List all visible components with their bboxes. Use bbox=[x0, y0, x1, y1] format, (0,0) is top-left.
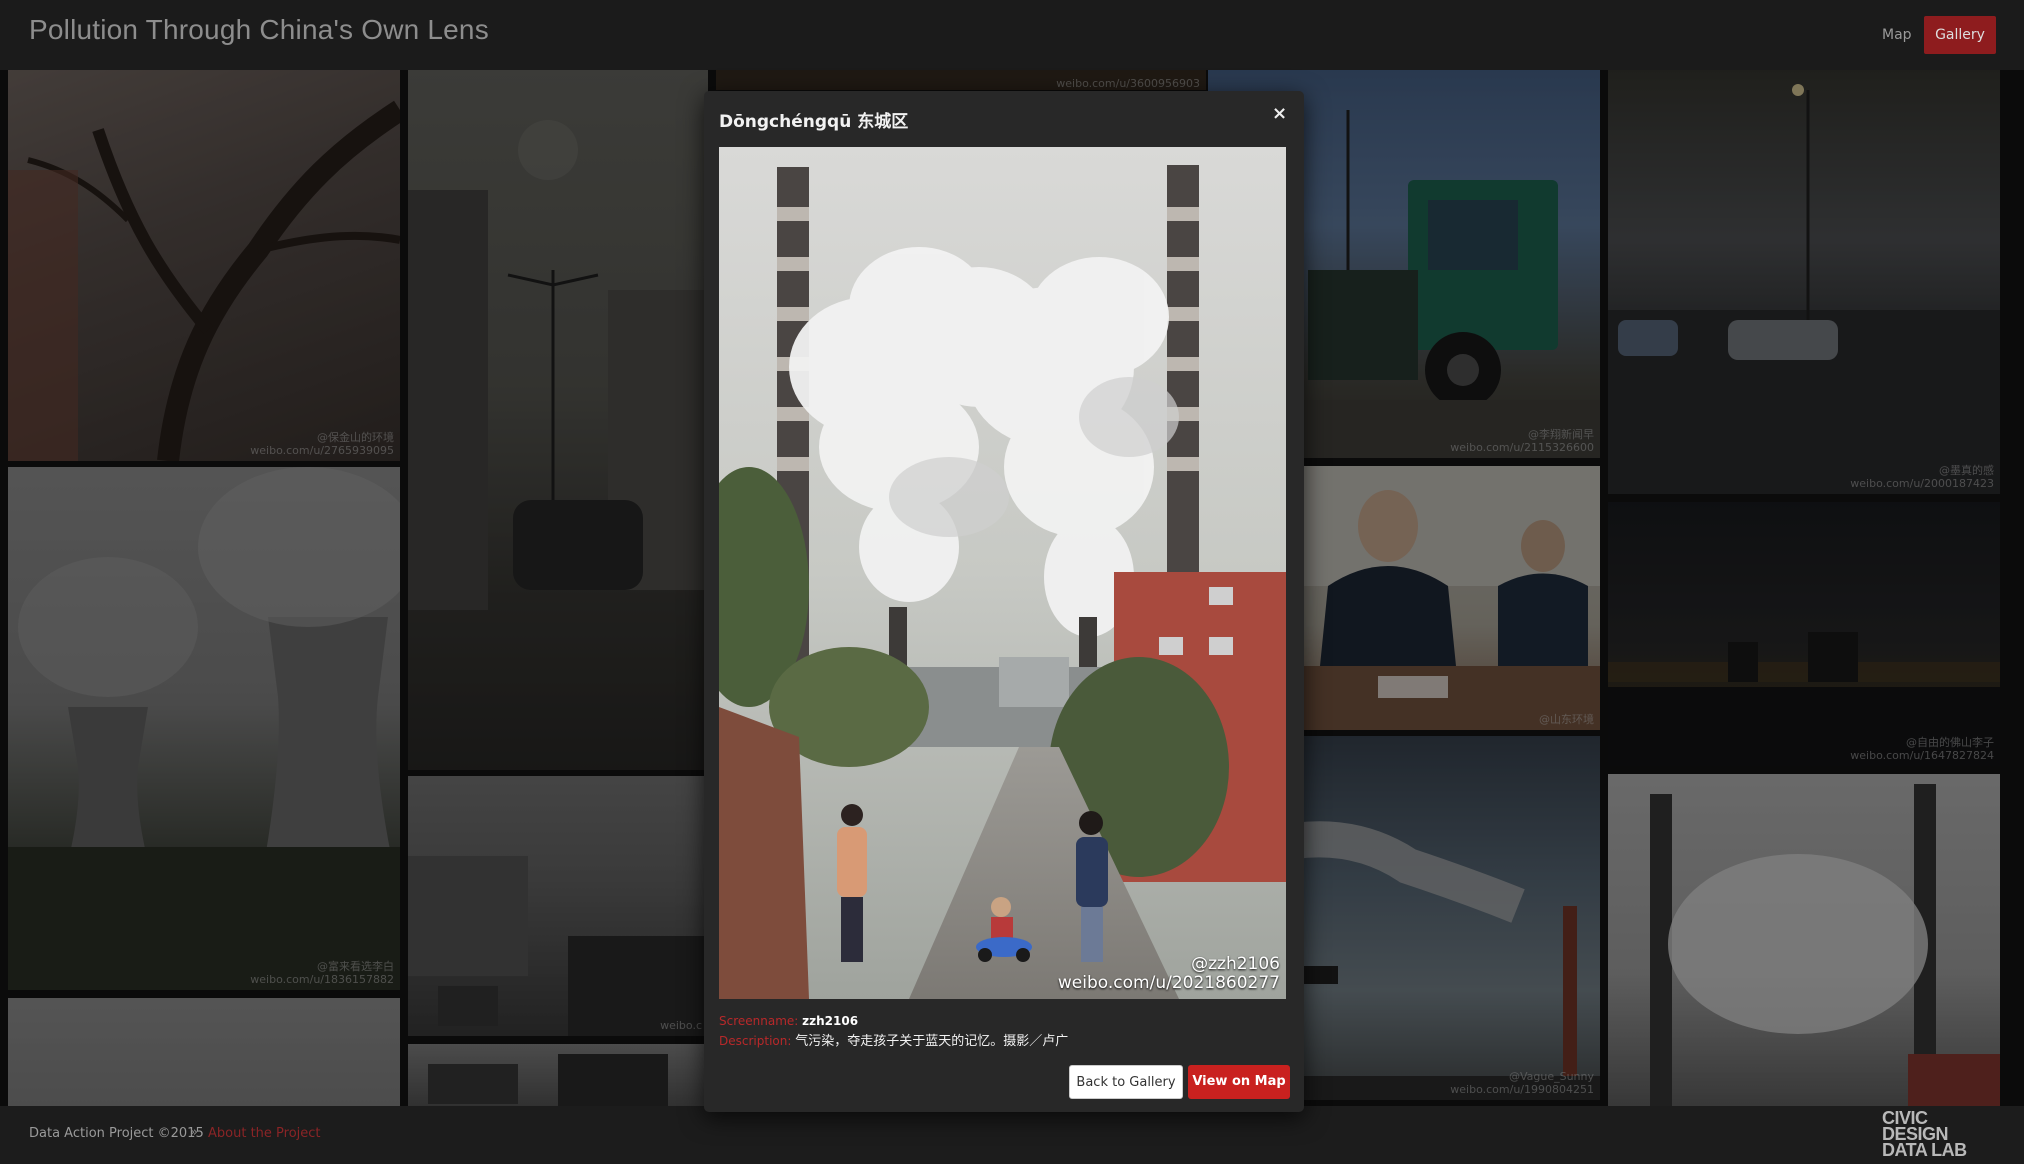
tile-watermark: @墨真的感 weibo.com/u/2000187423 bbox=[1850, 464, 1994, 490]
screenname-value: zzh2106 bbox=[802, 1014, 859, 1028]
view-on-map-button[interactable]: View on Map bbox=[1188, 1065, 1290, 1099]
photo-detail-modal: Dōngchéngqū 东城区 × @zzh2106 weibo.com/u/2… bbox=[704, 91, 1304, 1112]
nav-gallery-link[interactable]: Gallery bbox=[1924, 16, 1996, 54]
top-navbar: Pollution Through China's Own Lens Map G… bbox=[0, 0, 2024, 70]
gallery-photo-haze[interactable] bbox=[8, 998, 400, 1106]
modal-photo: @zzh2106 weibo.com/u/2021860277 bbox=[719, 147, 1286, 999]
back-to-gallery-button[interactable]: Back to Gallery bbox=[1069, 1065, 1183, 1099]
night-street-graphic bbox=[1608, 84, 2000, 494]
street-scene-graphic bbox=[408, 120, 708, 610]
gallery-photo-street[interactable] bbox=[408, 70, 708, 770]
gallery-photo-tree[interactable]: @保金山的环境 weibo.com/u/2765939095 bbox=[8, 70, 400, 461]
tile-watermark: weibo.c bbox=[660, 1019, 702, 1032]
tile-watermark: @李翔新闻早 weibo.com/u/2115326600 bbox=[1450, 428, 1594, 454]
right-chimney bbox=[1167, 165, 1199, 615]
tile-watermark: weibo.com/u/3600956903 bbox=[1056, 77, 1200, 90]
civic-data-design-lab-logo[interactable]: CIVIC DESIGN DATA LAB bbox=[1882, 1109, 1998, 1159]
modal-title: Dōngchéngqū 东城区 bbox=[719, 112, 909, 132]
photo-info: Screenname: zzh2106 Description: 气污染，夺走孩… bbox=[719, 1011, 1068, 1052]
tile-watermark: @Vague_Sunny weibo.com/u/1990804251 bbox=[1450, 1070, 1594, 1096]
description-row: Description: 气污染，夺走孩子关于蓝天的记忆。摄影／卢广 bbox=[719, 1031, 1068, 1052]
gallery-photo-hidden[interactable]: weibo.com/u/3600956903 bbox=[716, 70, 1206, 90]
screenname-row: Screenname: zzh2106 bbox=[719, 1011, 1068, 1031]
traffic-graphic bbox=[408, 856, 708, 1036]
cooling-towers-graphic bbox=[8, 467, 400, 990]
nav-map-link[interactable]: Map bbox=[1868, 16, 1926, 54]
copyright-text: Data Action Project ©2015 bbox=[29, 1126, 204, 1141]
night-city-graphic bbox=[1608, 632, 2000, 766]
gallery-photo-night-city[interactable]: @自由的佛山李子 weibo.com/u/1647827824 bbox=[1608, 502, 2000, 766]
about-project-link[interactable]: About the Project bbox=[208, 1126, 321, 1141]
description-label: Description: bbox=[719, 1034, 792, 1048]
gallery-photo-traffic[interactable]: weibo.c bbox=[408, 776, 708, 1036]
screenname-label: Screenname: bbox=[719, 1014, 799, 1028]
site-title[interactable]: Pollution Through China's Own Lens bbox=[29, 14, 489, 46]
description-value: 气污染，夺走孩子关于蓝天的记忆。摄影／卢广 bbox=[795, 1034, 1069, 1049]
photo-watermark: @zzh2106 weibo.com/u/2021860277 bbox=[1057, 954, 1280, 993]
double-chevron-icon: » bbox=[190, 1125, 198, 1140]
gallery-photo-night-street[interactable]: @墨真的感 weibo.com/u/2000187423 bbox=[1608, 70, 2000, 494]
gallery-photo-chimneys[interactable] bbox=[1608, 774, 2000, 1106]
gallery-photo-cooling-towers[interactable]: @富来看选李白 weibo.com/u/1836157882 bbox=[8, 467, 400, 990]
tile-watermark: @保金山的环境 weibo.com/u/2765939095 bbox=[250, 431, 394, 457]
tree-branches-graphic bbox=[8, 100, 400, 461]
close-icon[interactable]: × bbox=[1272, 103, 1287, 124]
chimneys-graphic bbox=[1650, 784, 2000, 1106]
footer: Data Action Project ©2015 » About the Pr… bbox=[0, 1106, 2024, 1164]
scrapyard-graphic bbox=[428, 1054, 668, 1106]
tile-watermark: @自由的佛山李子 weibo.com/u/1647827824 bbox=[1850, 736, 1994, 762]
tile-watermark: @富来看选李白 weibo.com/u/1836157882 bbox=[250, 960, 394, 986]
gallery-photo-scrapyard[interactable] bbox=[408, 1044, 708, 1106]
tile-watermark: @山东环境 bbox=[1539, 713, 1594, 726]
power-plant-photo-graphic bbox=[719, 147, 1286, 999]
